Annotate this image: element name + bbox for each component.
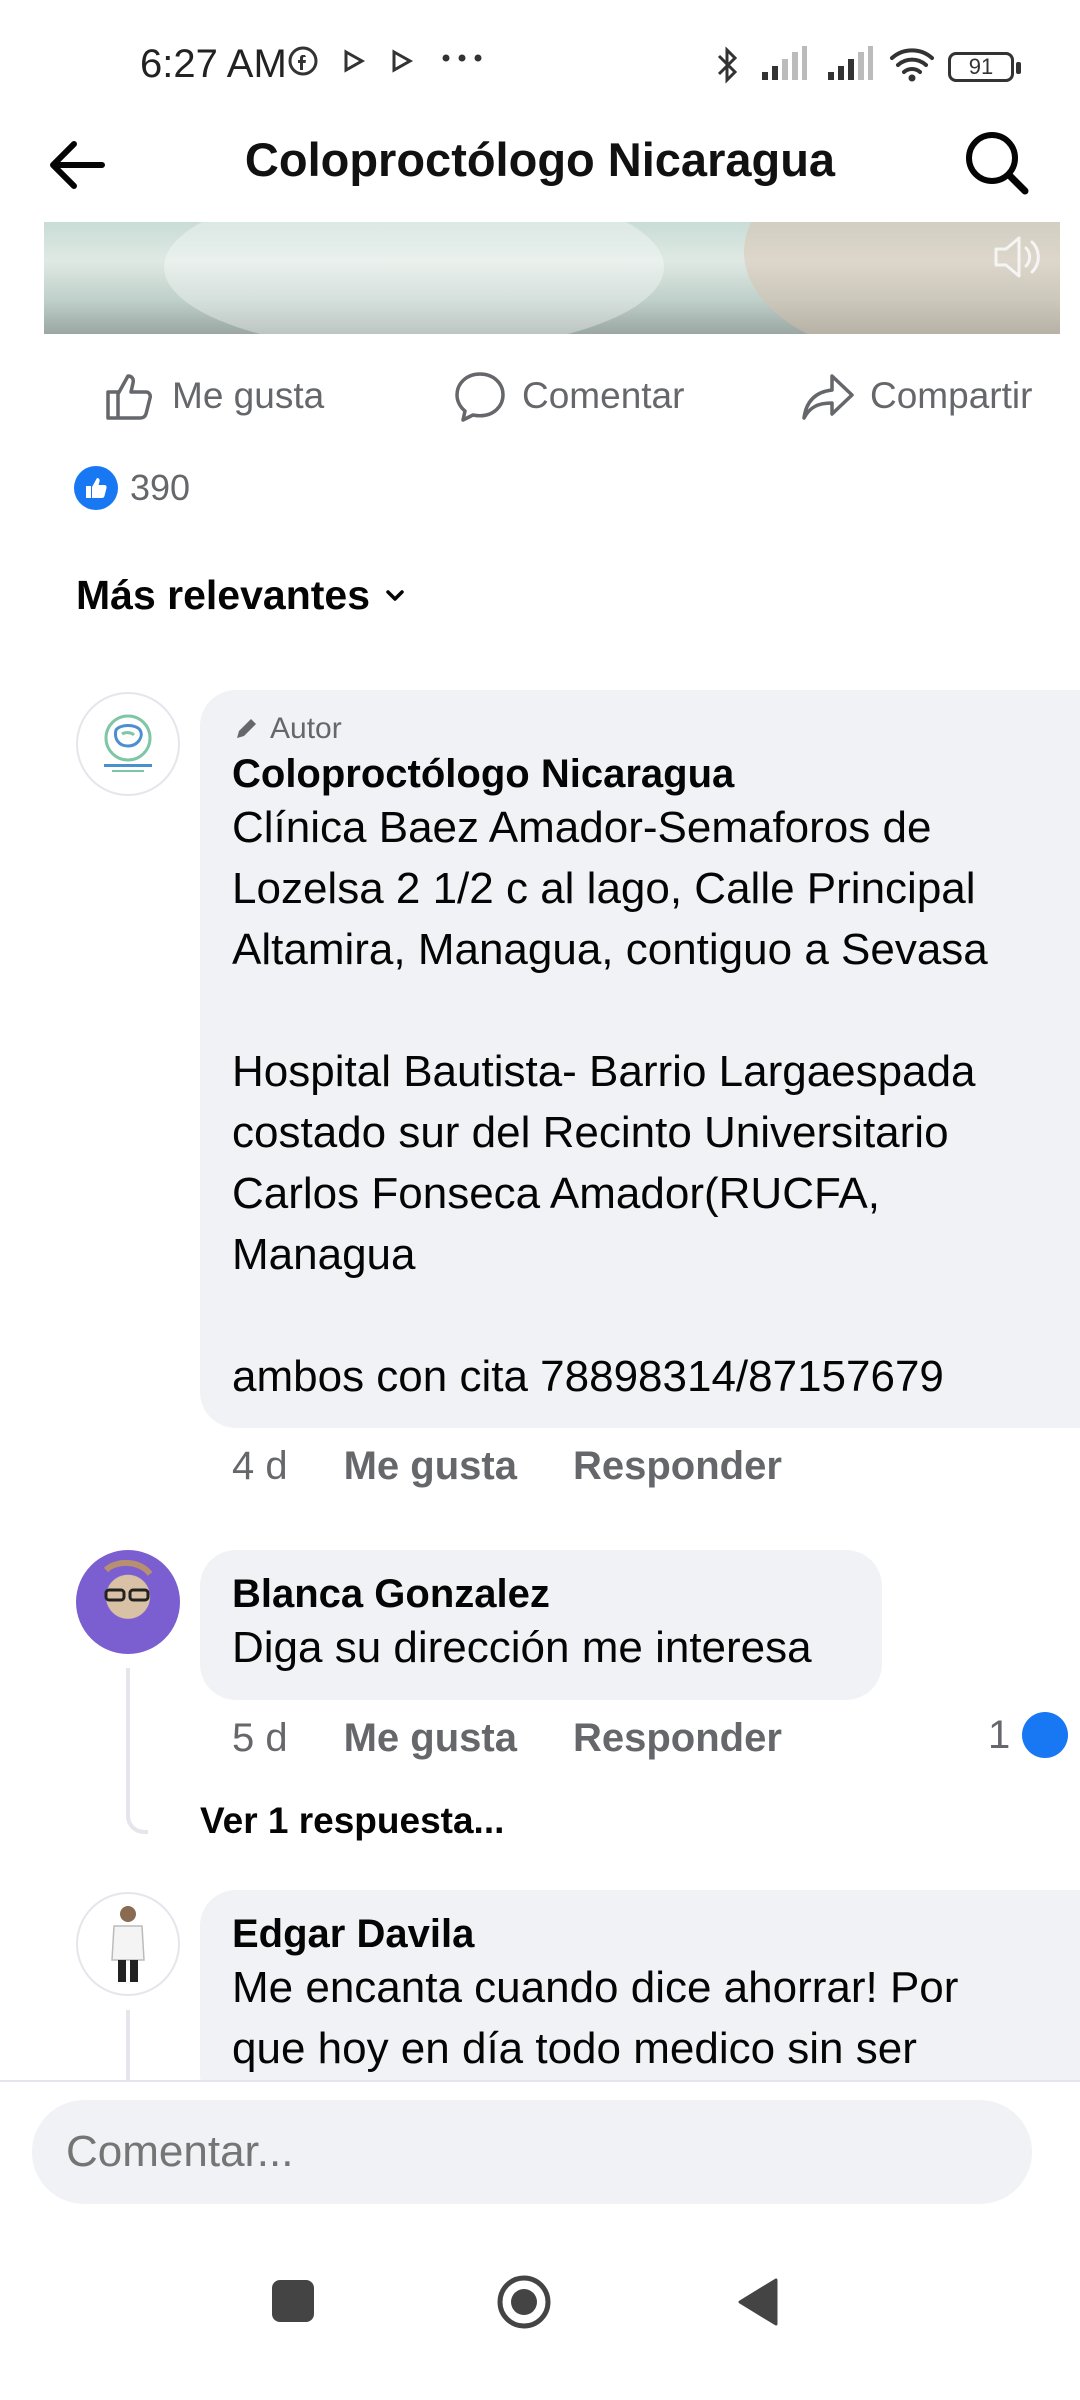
share-button[interactable]: Compartir	[800, 366, 1032, 426]
comment-bubble[interactable]: Edgar Davila Me encanta cuando dice ahor…	[200, 1890, 1080, 2110]
comment-reaction-summary[interactable]: 1	[988, 1712, 1069, 1758]
comment-text: Clínica Baez Amador-Semaforos de Lozelsa…	[232, 803, 988, 1401]
signal-icon	[826, 46, 874, 91]
comment-reply-button[interactable]: Responder	[573, 1716, 782, 1761]
play-icon	[386, 46, 416, 85]
page-title: Coloproctólogo Nicaragua	[244, 133, 836, 186]
facebook-icon	[288, 46, 318, 85]
signal-icon	[760, 46, 808, 91]
comment-like-button[interactable]: Me gusta	[344, 1716, 517, 1761]
comment-meta: 4 d Me gusta Responder	[232, 1444, 838, 1489]
share-arrow-icon	[802, 374, 854, 420]
comment-reaction-count: 1	[988, 1712, 1011, 1757]
author-badge-label: Autor	[270, 712, 342, 745]
author-badge: Autor	[232, 712, 1048, 746]
comment-time[interactable]: 4 d	[232, 1444, 288, 1489]
avatar[interactable]	[76, 692, 180, 796]
comment-author-name[interactable]: Edgar Davila	[232, 1912, 1048, 1957]
comment-bubble[interactable]: Autor Coloproctólogo Nicaragua Clínica B…	[200, 690, 1080, 1428]
system-navigation-bar	[0, 2230, 1080, 2400]
comment-reply-button[interactable]: Responder	[573, 1444, 782, 1489]
comment-bubble-icon	[455, 372, 505, 422]
reaction-count: 390	[130, 467, 191, 508]
back-arrow-icon[interactable]	[42, 130, 112, 200]
status-bar: 6:27 AM 91	[0, 0, 1080, 120]
comment-bubble[interactable]: Blanca Gonzalez Diga su dirección me int…	[200, 1550, 882, 1700]
thread-line	[126, 2010, 130, 2080]
comment-label: Comentar	[522, 375, 685, 416]
sort-dropdown[interactable]: Más relevantes	[76, 572, 408, 619]
thumbs-up-icon	[106, 374, 152, 420]
comment-text: Me encanta cuando dice ahorrar! Por que …	[232, 1963, 959, 2073]
share-label: Compartir	[870, 375, 1033, 416]
avatar[interactable]	[76, 1550, 180, 1654]
comment-input[interactable]	[32, 2100, 1032, 2204]
pencil-icon	[237, 719, 256, 738]
wifi-icon	[888, 46, 936, 91]
like-button[interactable]: Me gusta	[102, 366, 324, 426]
video-player[interactable]	[44, 222, 1060, 334]
chevron-down-icon	[386, 589, 404, 601]
play-icon	[338, 46, 368, 85]
user-photo	[103, 1560, 153, 1602]
recent-apps-button[interactable]	[272, 2280, 314, 2322]
user-photo	[111, 1906, 145, 1982]
like-label: Me gusta	[172, 375, 325, 416]
battery-icon: 91	[948, 52, 1021, 82]
comment-button[interactable]: Comentar	[452, 366, 684, 426]
sort-label: Más relevantes	[76, 572, 371, 618]
status-time: 6:27 AM	[140, 42, 287, 86]
back-button[interactable]	[734, 2274, 784, 2330]
video-frame-detail	[164, 222, 664, 334]
bluetooth-icon	[712, 46, 742, 93]
clinic-logo-icon	[104, 714, 152, 772]
like-reaction-icon	[74, 466, 118, 510]
comment-text: Diga su dirección me interesa	[232, 1623, 812, 1672]
more-dots-icon	[440, 40, 484, 79]
reaction-summary[interactable]: 390	[74, 466, 190, 510]
avatar[interactable]	[76, 1892, 180, 1996]
comment-author-name[interactable]: Coloproctólogo Nicaragua	[232, 752, 1048, 797]
comment-meta: 5 d Me gusta Responder	[232, 1716, 838, 1761]
thread-line	[126, 1668, 148, 1834]
view-replies-link[interactable]: Ver 1 respuesta...	[200, 1800, 504, 1842]
comment-author-name[interactable]: Blanca Gonzalez	[232, 1572, 850, 1617]
home-button[interactable]	[496, 2274, 552, 2330]
like-reaction-icon	[1022, 1712, 1069, 1758]
volume-icon[interactable]	[990, 228, 1048, 286]
comment-time[interactable]: 5 d	[232, 1716, 288, 1761]
comment-like-button[interactable]: Me gusta	[344, 1444, 517, 1489]
search-icon[interactable]	[958, 124, 1038, 204]
